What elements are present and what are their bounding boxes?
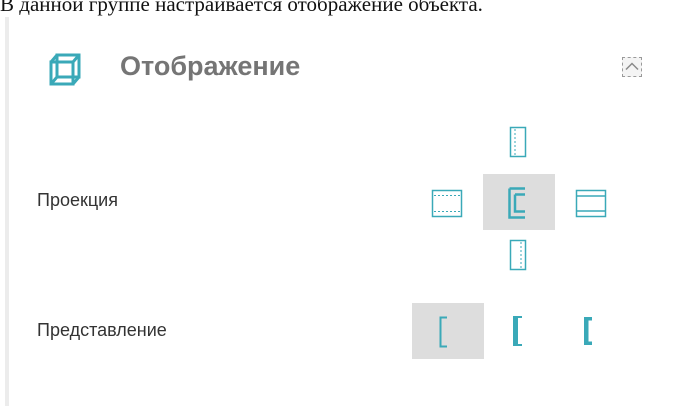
- projection-left-button[interactable]: [431, 189, 463, 221]
- representation-label: Представление: [37, 320, 167, 340]
- projection-bottom-button[interactable]: [502, 239, 534, 271]
- collapse-button[interactable]: [622, 57, 642, 77]
- projection-right-button[interactable]: [575, 189, 607, 221]
- cube-icon: [48, 53, 82, 87]
- caption-text: В данной группе настраивается отображени…: [0, 0, 483, 16]
- representation-fill-button[interactable]: [574, 315, 606, 347]
- panel-header: Отображение: [0, 17, 690, 117]
- projection-top-button[interactable]: [502, 126, 534, 158]
- display-settings-panel: Отображение Проекция Представление: [0, 17, 690, 406]
- representation-partial-fill-button[interactable]: [504, 315, 536, 347]
- representation-outline-button[interactable]: [412, 303, 484, 359]
- projection-label: Проекция: [37, 190, 118, 210]
- projection-front-button[interactable]: [483, 174, 555, 230]
- panel-title: Отображение: [120, 51, 301, 81]
